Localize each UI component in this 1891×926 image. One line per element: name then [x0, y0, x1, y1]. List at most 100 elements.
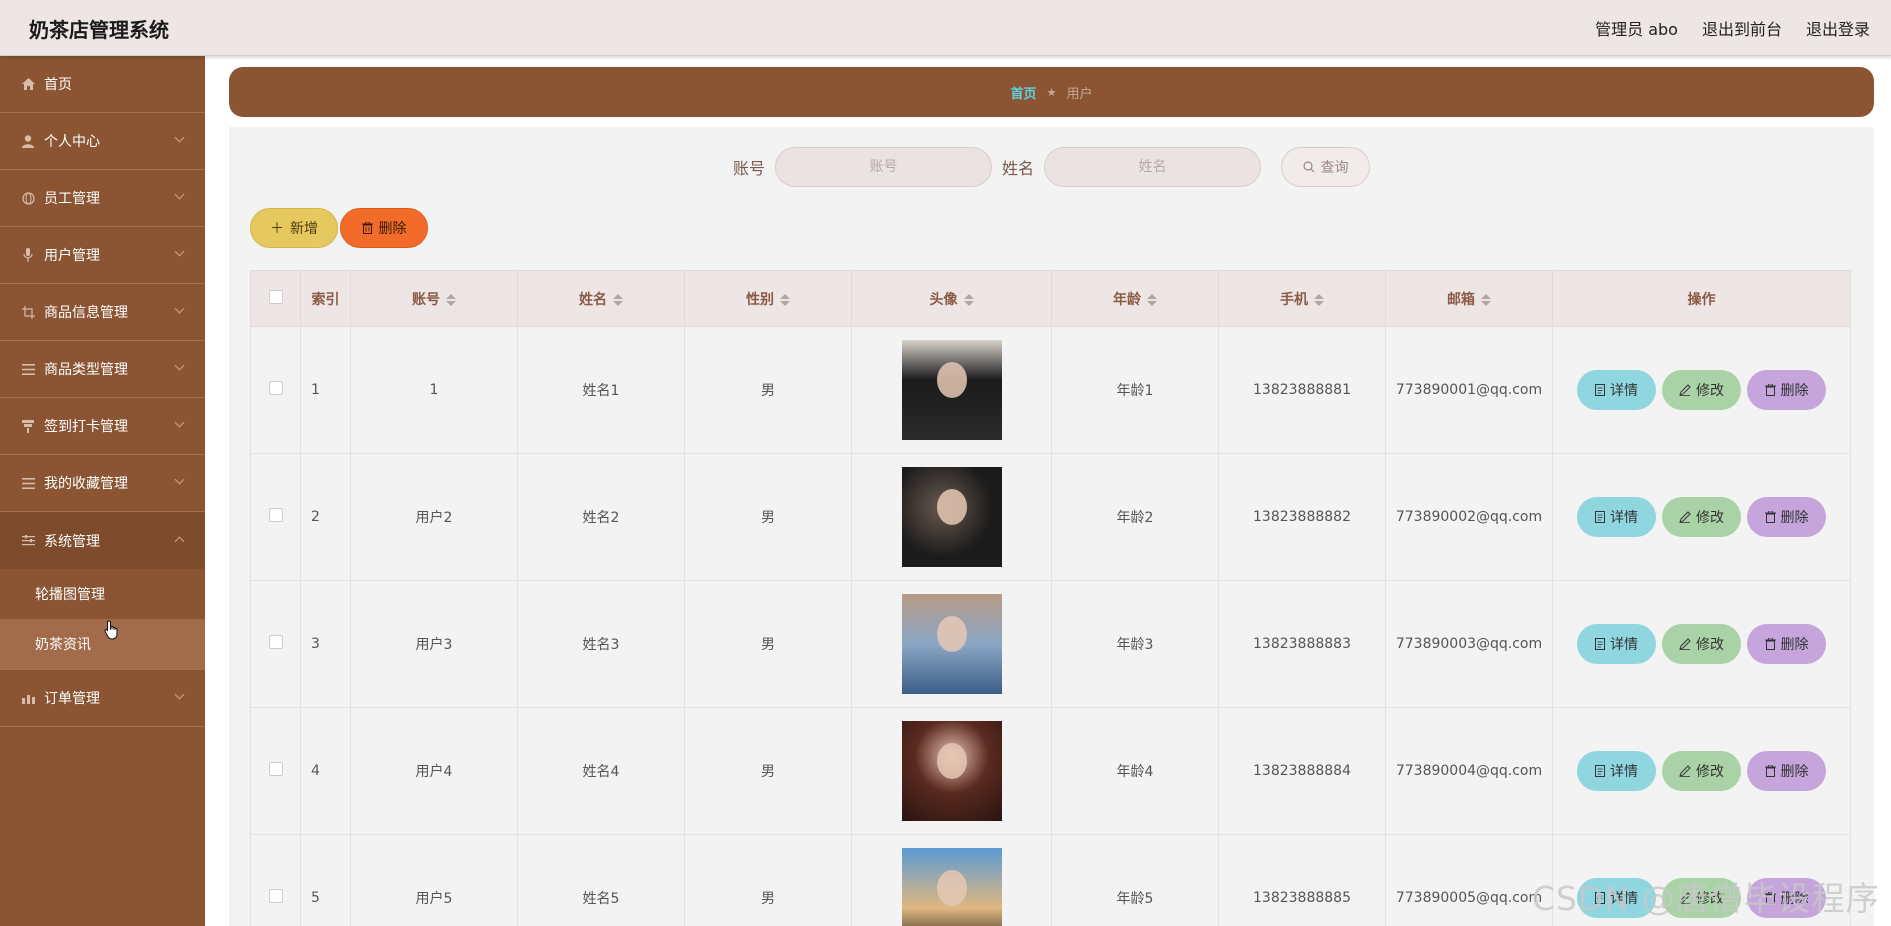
row-checkbox[interactable] [268, 508, 283, 522]
cell-gender: 男 [684, 453, 852, 581]
sidebar-subitem-milktea-news[interactable]: 奶茶资讯 [0, 619, 205, 669]
detail-button[interactable]: 详情 [1577, 497, 1656, 537]
detail-button-label: 详情 [1610, 637, 1638, 653]
cell-name: 姓名1 [517, 326, 685, 454]
chevron-down-icon [174, 303, 185, 314]
sidebar-item-favorites[interactable]: 我的收藏管理 [0, 455, 205, 512]
cell-actions: 详情 修改 删除 [1552, 326, 1851, 454]
crop-icon [20, 304, 36, 320]
trash-icon [1764, 384, 1776, 396]
account-search-input[interactable] [775, 147, 992, 187]
sidebar-item-orders[interactable]: 订单管理 [0, 670, 205, 727]
header-label: 索引 [311, 291, 340, 308]
column-header-phone[interactable]: 手机 [1218, 270, 1386, 327]
system-submenu: 轮播图管理 奶茶资讯 [0, 569, 205, 670]
sidebar-subitem-carousel[interactable]: 轮播图管理 [0, 569, 205, 619]
cell-name: 姓名5 [517, 834, 685, 926]
sidebar-item-checkin[interactable]: 签到打卡管理 [0, 398, 205, 455]
detail-button[interactable]: 详情 [1577, 370, 1656, 410]
name-search-input[interactable] [1044, 147, 1262, 187]
row-checkbox[interactable] [268, 635, 283, 649]
sidebar-item-personal-center[interactable]: 个人中心 [0, 113, 205, 170]
sidebar-item-product-type[interactable]: 商品类型管理 [0, 341, 205, 398]
column-header-email[interactable]: 邮箱 [1385, 270, 1553, 327]
edit-button[interactable]: 修改 [1662, 370, 1741, 410]
sort-icon[interactable] [1481, 293, 1491, 306]
detail-button[interactable]: 详情 [1577, 751, 1656, 791]
sidebar-item-product-info[interactable]: 商品信息管理 [0, 284, 205, 341]
row-checkbox[interactable] [268, 889, 283, 903]
search-button-label: 查询 [1320, 160, 1349, 176]
edit-button[interactable]: 修改 [1662, 624, 1741, 664]
chevron-down-icon [174, 474, 185, 485]
batch-delete-button[interactable]: 删除 [340, 208, 428, 248]
column-header-avatar[interactable]: 头像 [851, 270, 1052, 327]
edit-button[interactable]: 修改 [1662, 497, 1741, 537]
cell-phone: 13823888882 [1218, 453, 1386, 581]
sort-icon[interactable] [1314, 293, 1324, 306]
top-links: 管理员 abo 退出到前台 退出登录 [1595, 16, 1870, 40]
edit-button[interactable]: 修改 [1662, 751, 1741, 791]
select-all-checkbox[interactable] [268, 289, 283, 304]
breadcrumb-home-link[interactable]: 首页 [1011, 83, 1037, 102]
cell-account: 用户5 [350, 834, 518, 926]
header-label: 操作 [1687, 291, 1716, 308]
cell-avatar [851, 707, 1052, 835]
exit-to-frontend-link[interactable]: 退出到前台 [1702, 16, 1782, 40]
sidebar-item-label: 个人中心 [44, 134, 100, 150]
chevron-down-icon [174, 246, 185, 257]
row-select-cell [250, 580, 301, 708]
cell-phone: 13823888884 [1218, 707, 1386, 835]
sidebar-item-label: 员工管理 [44, 191, 100, 207]
cell-avatar [851, 834, 1052, 926]
sort-icon[interactable] [1147, 293, 1157, 306]
sidebar: 首页 个人中心 员工管理 用户管理 商品信息管理 商品类型管理 签到打卡管理 我… [0, 56, 205, 926]
sidebar-item-label: 商品信息管理 [44, 305, 128, 321]
row-delete-button[interactable]: 删除 [1747, 497, 1826, 537]
cell-index: 5 [300, 834, 351, 926]
column-header-gender[interactable]: 性别 [684, 270, 852, 327]
sort-icon[interactable] [780, 293, 790, 306]
row-delete-button[interactable]: 删除 [1747, 624, 1826, 664]
sidebar-item-label: 首页 [44, 77, 72, 93]
detail-button-label: 详情 [1610, 510, 1638, 526]
logout-link[interactable]: 退出登录 [1806, 16, 1870, 40]
admin-user-link[interactable]: 管理员 abo [1595, 16, 1678, 40]
cell-email: 773890005@qq.com [1385, 834, 1553, 926]
column-header-actions: 操作 [1552, 270, 1851, 327]
column-header-account[interactable]: 账号 [350, 270, 518, 327]
row-delete-button[interactable]: 删除 [1747, 751, 1826, 791]
cell-avatar [851, 326, 1052, 454]
cell-phone: 13823888883 [1218, 580, 1386, 708]
sidebar-item-users[interactable]: 用户管理 [0, 227, 205, 284]
trash-icon [1764, 638, 1776, 650]
column-header-index: 索引 [300, 270, 351, 327]
header-label: 头像 [929, 291, 958, 308]
column-header-age[interactable]: 年龄 [1051, 270, 1219, 327]
cell-age: 年龄1 [1051, 326, 1219, 454]
row-delete-button-label: 删除 [1780, 637, 1809, 653]
add-button[interactable]: ＋ 新增 [250, 208, 338, 248]
sidebar-item-home[interactable]: 首页 [0, 56, 205, 113]
list-icon [20, 361, 36, 377]
table-row: 4 用户4 姓名4 男年龄4 13823888884 773890004@qq.com 详情… [250, 707, 1851, 835]
cell-phone: 13823888885 [1218, 834, 1386, 926]
row-delete-button[interactable]: 删除 [1747, 370, 1826, 410]
chevron-down-icon [174, 132, 185, 143]
pin-icon [20, 418, 36, 434]
sort-icon[interactable] [963, 293, 974, 306]
column-header-name[interactable]: 姓名 [517, 270, 685, 327]
sidebar-item-system[interactable]: 系统管理 [0, 512, 205, 569]
row-checkbox[interactable] [268, 762, 283, 776]
table-row: 3 用户3 姓名3 男年龄3 13823888883 773890003@qq.com 详情… [250, 580, 1851, 708]
sort-icon[interactable] [613, 293, 623, 306]
detail-button[interactable]: 详情 [1577, 624, 1656, 664]
row-checkbox[interactable] [268, 381, 283, 395]
sort-icon[interactable] [446, 293, 456, 306]
search-button[interactable]: 查询 [1281, 147, 1371, 187]
sidebar-item-staff[interactable]: 员工管理 [0, 170, 205, 227]
trash-icon [1764, 511, 1776, 523]
chevron-down-icon [174, 417, 185, 428]
header-label: 性别 [746, 291, 774, 308]
user-icon [20, 133, 36, 149]
